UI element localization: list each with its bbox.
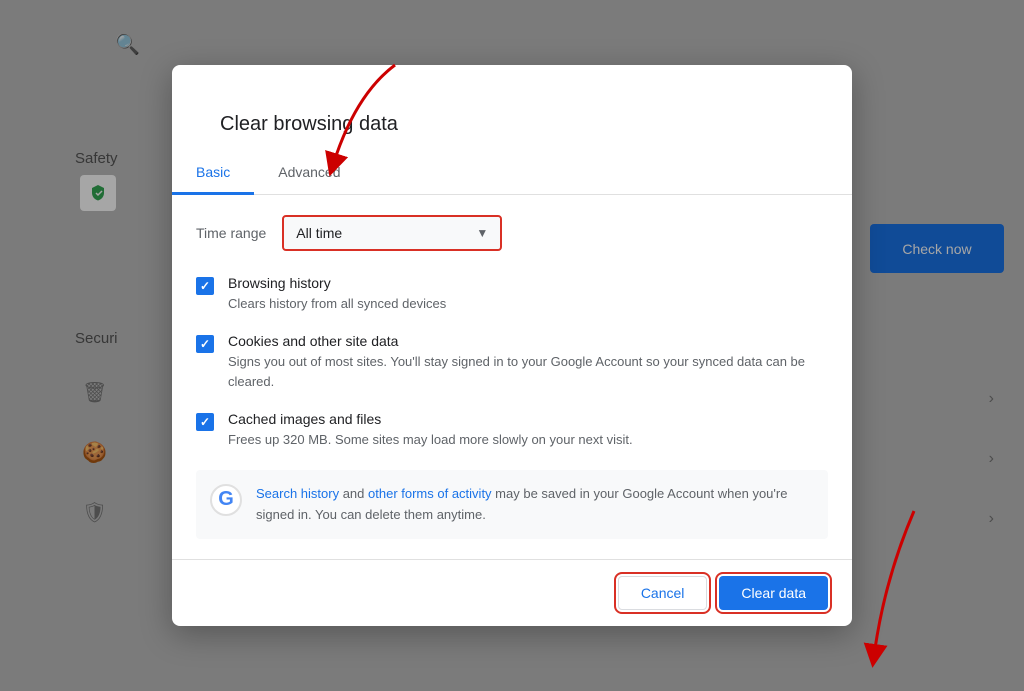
browsing-history-title: Browsing history [228,275,828,291]
tab-bar: Basic Advanced [172,152,852,195]
cookies-title: Cookies and other site data [228,333,828,349]
tab-advanced[interactable]: Advanced [254,152,364,195]
modal-title-area: Clear browsing data [172,65,852,136]
browsing-history-checkbox[interactable] [196,277,214,295]
cookies-checkbox[interactable] [196,335,214,353]
dialog-title: Clear browsing data [196,89,828,136]
google-notice-middle: and [339,486,368,501]
browsing-history-text: Browsing history Clears history from all… [228,275,828,314]
cached-images-text: Cached images and files Frees up 320 MB.… [228,411,828,450]
modal-footer: Cancel Clear data [172,559,852,626]
browsing-history-item: Browsing history Clears history from all… [196,275,828,314]
dropdown-arrow-icon: ▼ [476,226,488,240]
cached-images-title: Cached images and files [228,411,828,427]
clear-data-button[interactable]: Clear data [719,576,828,610]
modal-backdrop: Clear browsing data Basic Advanced Time … [0,0,1024,691]
modal-body: Time range All time ▼ Browsing history C… [172,195,852,560]
tab-basic[interactable]: Basic [172,152,254,195]
cached-images-checkbox[interactable] [196,413,214,431]
cookies-text: Cookies and other site data Signs you ou… [228,333,828,391]
other-activity-link[interactable]: other forms of activity [368,486,492,501]
cached-images-desc: Frees up 320 MB. Some sites may load mor… [228,430,828,450]
clear-browsing-data-dialog: Clear browsing data Basic Advanced Time … [172,65,852,627]
google-notice-text: Search history and other forms of activi… [256,484,814,526]
google-g-icon: G [210,484,242,516]
cookies-desc: Signs you out of most sites. You'll stay… [228,352,828,391]
time-range-select[interactable]: All time ▼ [282,215,502,251]
time-range-row: Time range All time ▼ [196,215,828,251]
cancel-button[interactable]: Cancel [618,576,708,610]
cookies-item: Cookies and other site data Signs you ou… [196,333,828,391]
cached-images-item: Cached images and files Frees up 320 MB.… [196,411,828,450]
browsing-history-desc: Clears history from all synced devices [228,294,828,314]
time-range-label: Time range [196,225,266,241]
time-range-value: All time [296,225,476,241]
google-activity-notice: G Search history and other forms of acti… [196,470,828,540]
search-history-link[interactable]: Search history [256,486,339,501]
